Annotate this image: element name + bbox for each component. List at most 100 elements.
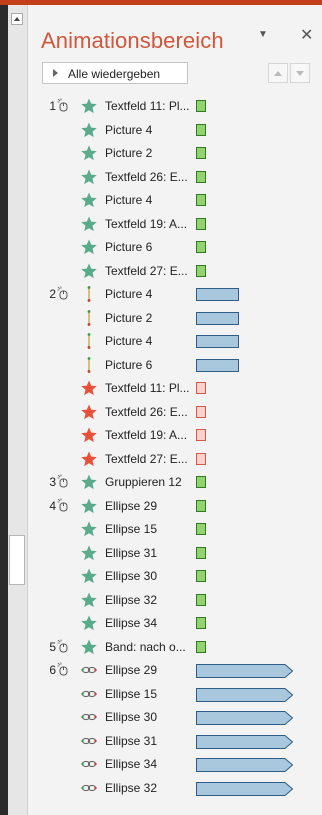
timeline-bar[interactable] bbox=[196, 476, 206, 488]
timeline-bar[interactable] bbox=[196, 311, 239, 325]
timeline-bar[interactable] bbox=[196, 335, 239, 348]
mouse-click-icon bbox=[57, 498, 68, 511]
animation-item[interactable]: Ellipse 31 bbox=[28, 542, 322, 566]
timeline-bar[interactable] bbox=[196, 734, 293, 749]
animation-item[interactable]: Textfeld 27: E... bbox=[28, 448, 322, 472]
animation-item[interactable]: 6 Ellipse 29 bbox=[28, 659, 322, 683]
exit-star-icon bbox=[81, 404, 97, 419]
timeline-bar[interactable] bbox=[196, 781, 293, 796]
move-later-button[interactable] bbox=[290, 63, 310, 83]
animation-item[interactable]: Picture 4 bbox=[28, 189, 322, 213]
timeline-bar[interactable] bbox=[196, 429, 206, 441]
item-name: Gruppieren 12 bbox=[105, 475, 182, 489]
timeline-bar[interactable] bbox=[196, 405, 206, 418]
mouse-click-icon bbox=[57, 286, 68, 300]
timeline-bar[interactable] bbox=[196, 664, 293, 678]
entrance-star-icon bbox=[81, 145, 97, 161]
motion-path-icon bbox=[87, 286, 91, 302]
sequence-number: 1 bbox=[49, 99, 56, 113]
timeline-bar[interactable] bbox=[196, 194, 206, 206]
timeline-bar[interactable] bbox=[196, 288, 239, 301]
loop-path-icon bbox=[81, 666, 97, 674]
animation-item[interactable]: 2 Picture 4 bbox=[28, 283, 322, 307]
item-name: Picture 6 bbox=[105, 240, 153, 254]
animation-item[interactable]: Textfeld 26: E... bbox=[28, 401, 322, 425]
timeline-bar[interactable] bbox=[196, 452, 206, 465]
animation-item[interactable]: Ellipse 15 bbox=[28, 683, 322, 707]
timeline-bar[interactable] bbox=[196, 523, 206, 535]
animation-item[interactable]: Textfeld 19: A... bbox=[28, 213, 322, 237]
item-name: Ellipse 32 bbox=[105, 780, 158, 795]
timeline-bar[interactable] bbox=[196, 499, 206, 512]
entrance-star-icon bbox=[81, 568, 97, 584]
item-name: Ellipse 29 bbox=[105, 498, 158, 513]
play-all-button[interactable]: Alle wiedergeben bbox=[42, 62, 188, 84]
vertical-scrollbar[interactable] bbox=[8, 5, 28, 815]
item-name: Picture 4 bbox=[105, 334, 153, 348]
animation-item[interactable]: 4 Ellipse 29 bbox=[28, 495, 322, 519]
animation-item[interactable]: Textfeld 27: E... bbox=[28, 260, 322, 284]
animation-item[interactable]: 5 Band: nach o... bbox=[28, 636, 322, 660]
play-icon bbox=[53, 69, 58, 77]
animation-item[interactable]: Picture 4 bbox=[28, 330, 322, 354]
timeline-bar[interactable] bbox=[196, 147, 206, 159]
timeline-bar[interactable] bbox=[196, 593, 206, 606]
entrance-star-icon bbox=[81, 521, 97, 537]
timeline-bar[interactable] bbox=[196, 170, 206, 183]
entrance-star-icon bbox=[81, 474, 97, 490]
item-name: Ellipse 31 bbox=[105, 545, 158, 560]
item-name: Band: nach o... bbox=[105, 639, 186, 654]
loop-path-icon bbox=[81, 784, 97, 791]
move-earlier-button[interactable] bbox=[268, 63, 288, 83]
close-pane-button[interactable]: ✕ bbox=[300, 25, 313, 45]
animation-item[interactable]: Ellipse 30 bbox=[28, 706, 322, 730]
animation-item[interactable]: Picture 4 bbox=[28, 119, 322, 143]
timeline-bar[interactable] bbox=[196, 687, 293, 702]
item-name: Ellipse 32 bbox=[105, 592, 158, 607]
mouse-click-icon bbox=[57, 662, 68, 676]
sequence-number: 3 bbox=[49, 475, 56, 489]
timeline-bar[interactable] bbox=[196, 640, 206, 653]
entrance-star-icon bbox=[81, 216, 97, 231]
timeline-bar[interactable] bbox=[196, 100, 206, 112]
animation-item[interactable]: Textfeld 26: E... bbox=[28, 166, 322, 190]
animation-item[interactable]: Textfeld 19: A... bbox=[28, 424, 322, 448]
timeline-bar[interactable] bbox=[196, 711, 293, 725]
item-name: Picture 4 bbox=[105, 193, 153, 207]
animation-item[interactable]: Textfeld 11: Pl... bbox=[28, 377, 322, 401]
animation-item[interactable]: Ellipse 31 bbox=[28, 730, 322, 754]
animation-item[interactable]: Picture 2 bbox=[28, 142, 322, 166]
animation-item[interactable]: Picture 6 bbox=[28, 354, 322, 378]
mouse-click-icon bbox=[57, 98, 68, 112]
timeline-bar[interactable] bbox=[196, 217, 206, 230]
animation-item[interactable]: Ellipse 30 bbox=[28, 565, 322, 589]
animation-item[interactable]: Picture 6 bbox=[28, 236, 322, 260]
animation-item[interactable]: Ellipse 34 bbox=[28, 753, 322, 777]
timeline-bar[interactable] bbox=[196, 617, 206, 629]
item-name: Ellipse 30 bbox=[105, 710, 158, 724]
timeline-bar[interactable] bbox=[196, 546, 206, 559]
timeline-bar[interactable] bbox=[196, 570, 206, 582]
timeline-bar[interactable] bbox=[196, 264, 206, 277]
animation-item[interactable]: Ellipse 32 bbox=[28, 777, 322, 801]
animation-item[interactable]: 1 Textfeld 11: Pl... bbox=[28, 95, 322, 119]
animation-item[interactable]: Ellipse 34 bbox=[28, 612, 322, 636]
timeline-bar[interactable] bbox=[196, 382, 206, 394]
slide-area-edge bbox=[0, 5, 8, 815]
loop-path-icon bbox=[81, 737, 97, 744]
timeline-bar[interactable] bbox=[196, 241, 206, 253]
scroll-up-button[interactable] bbox=[11, 13, 23, 25]
animation-item[interactable]: Picture 2 bbox=[28, 307, 322, 331]
animation-item[interactable]: Ellipse 32 bbox=[28, 589, 322, 613]
pane-options-dropdown[interactable]: ▼ bbox=[258, 29, 268, 40]
timeline-bar[interactable] bbox=[196, 123, 206, 136]
scroll-thumb[interactable] bbox=[9, 535, 25, 585]
play-all-label: Alle wiedergeben bbox=[68, 67, 161, 81]
exit-star-icon bbox=[81, 380, 97, 396]
timeline-bar[interactable] bbox=[196, 758, 293, 772]
mouse-click-icon bbox=[57, 474, 68, 488]
animation-item[interactable]: Ellipse 15 bbox=[28, 518, 322, 542]
timeline-bar[interactable] bbox=[196, 358, 239, 372]
animation-item[interactable]: 3 Gruppieren 12 bbox=[28, 471, 322, 495]
entrance-star-icon bbox=[81, 192, 97, 208]
